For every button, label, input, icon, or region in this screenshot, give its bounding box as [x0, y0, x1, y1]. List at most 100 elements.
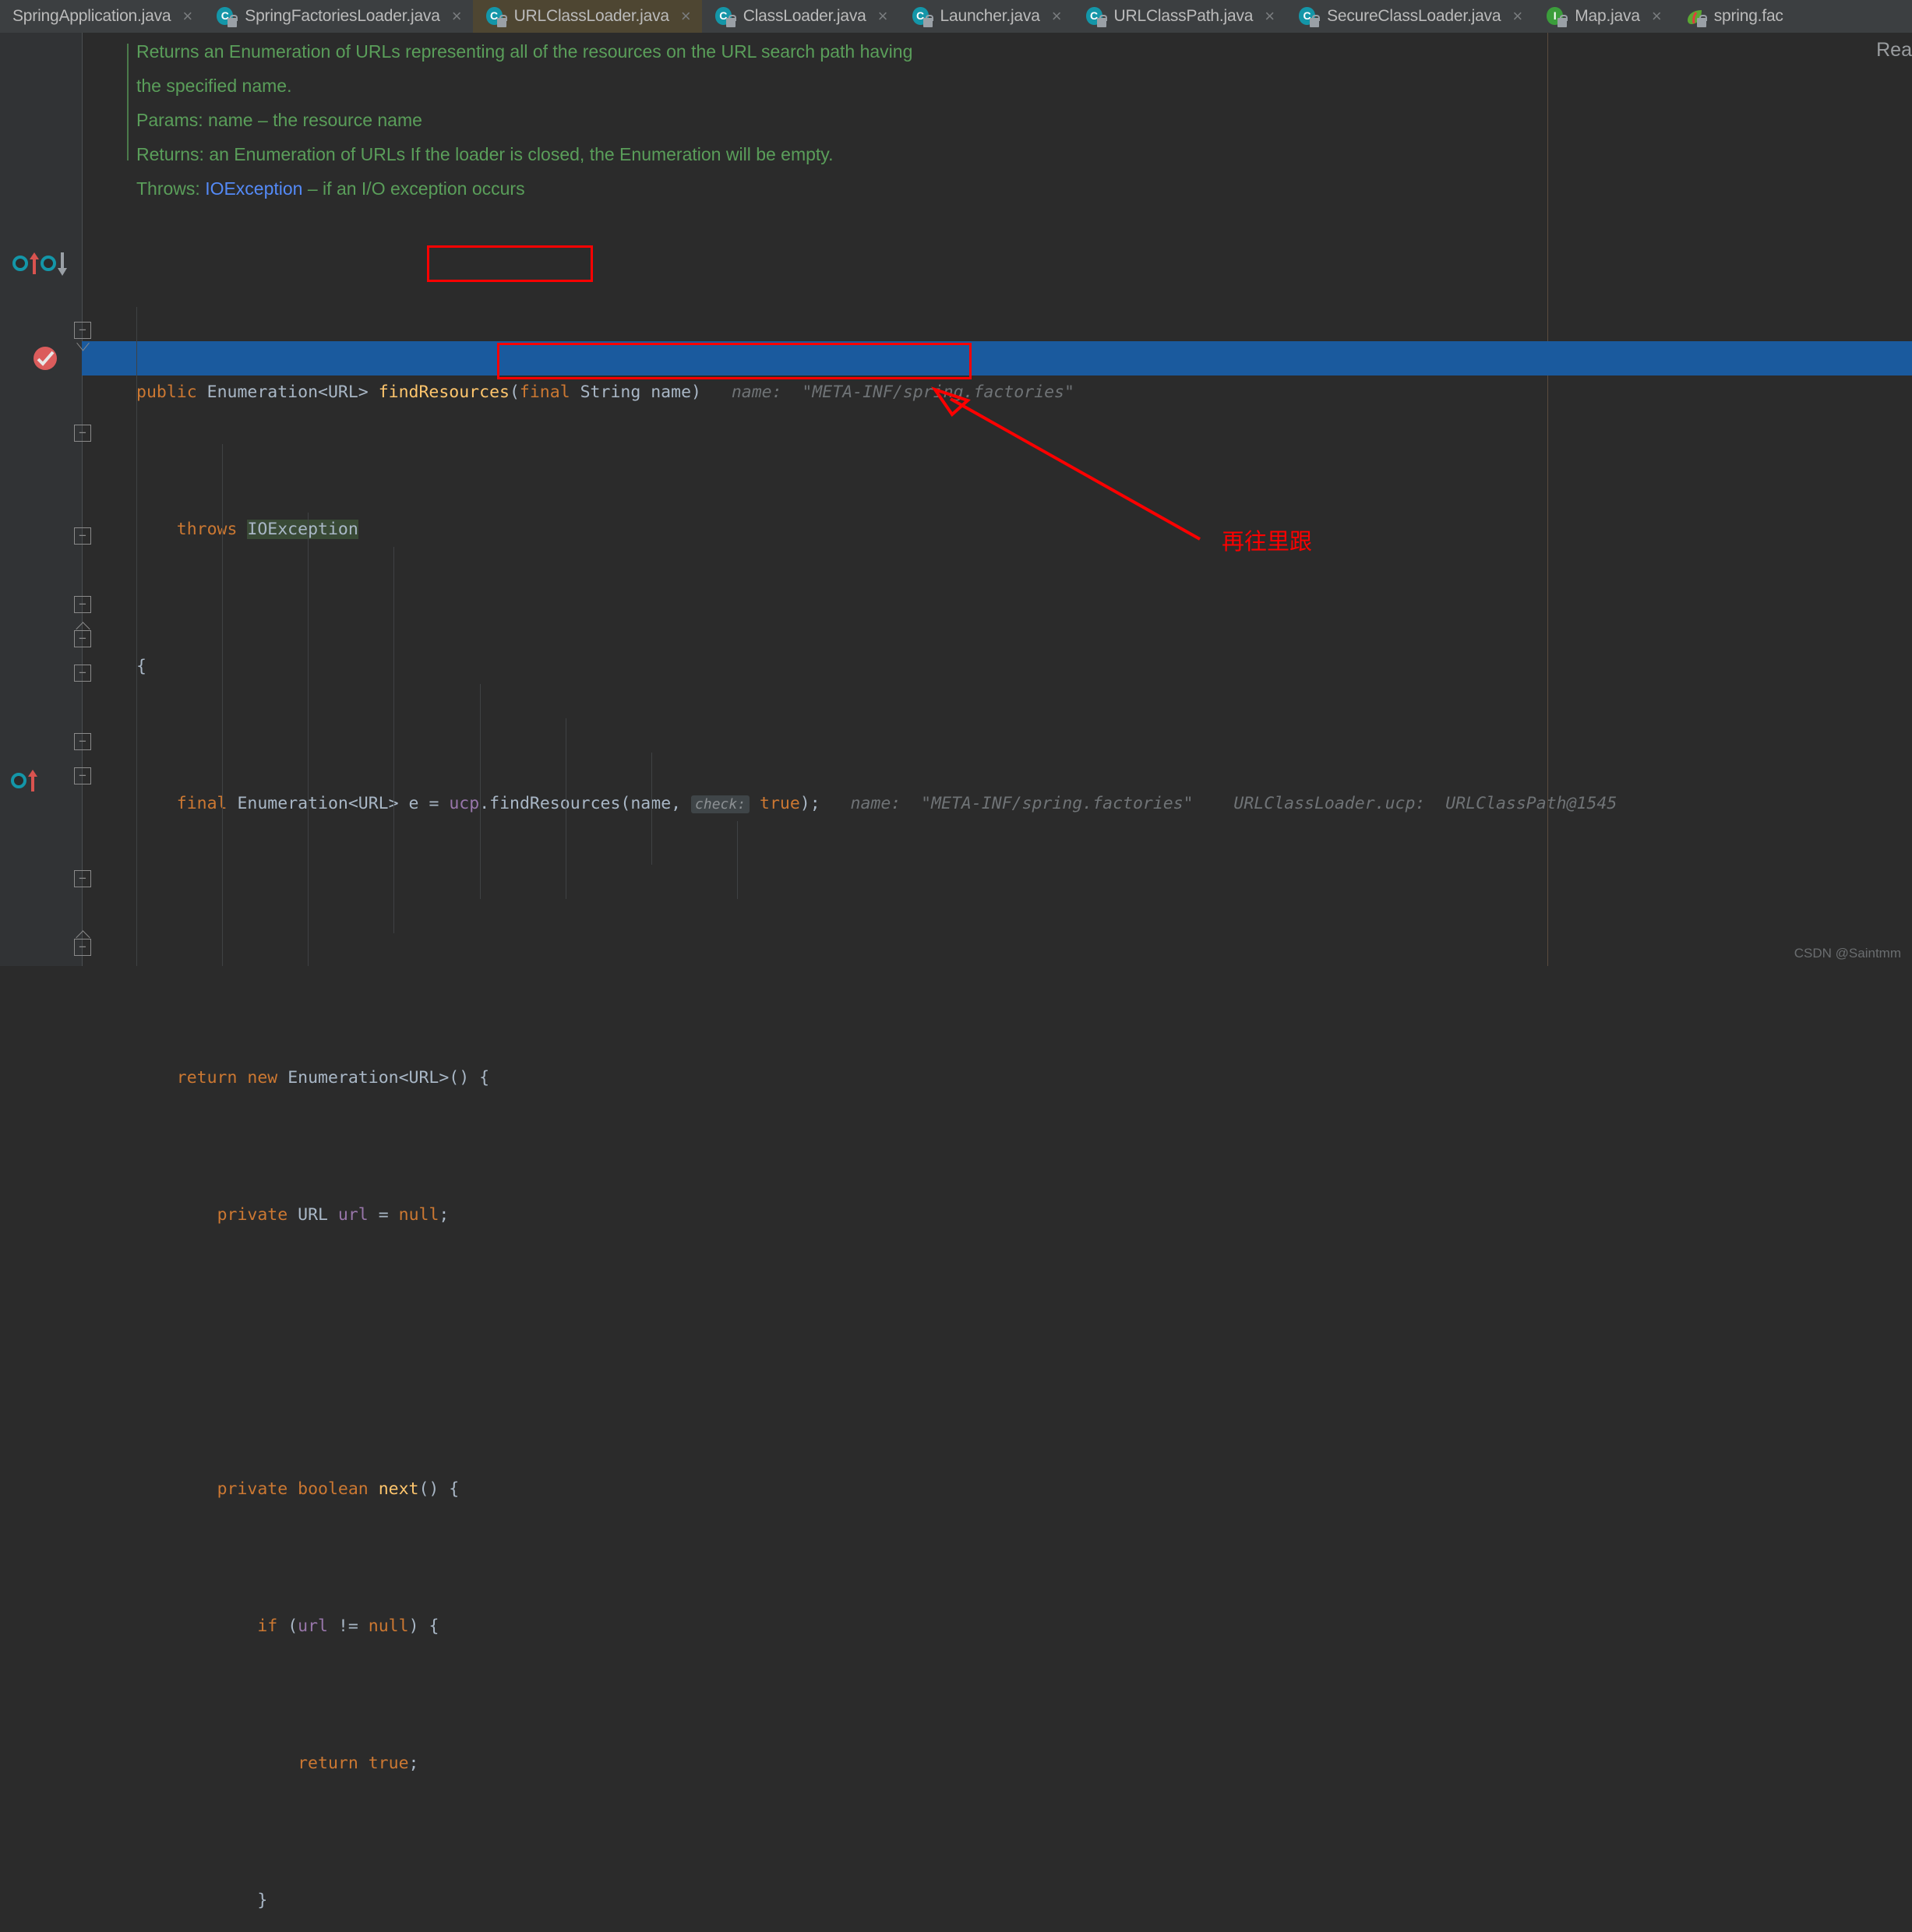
indent-guide: [651, 753, 652, 865]
brace-open: {: [136, 657, 146, 676]
tab-label: SpringFactoriesLoader.java: [245, 7, 440, 25]
code-folding-column[interactable]: [82, 33, 136, 966]
close-icon[interactable]: ×: [681, 8, 691, 25]
lock-overlay-icon: [496, 15, 507, 27]
keyword-private-2: private: [217, 1479, 288, 1499]
fold-marker-3[interactable]: −: [74, 596, 91, 613]
call-tail: );: [799, 794, 820, 813]
fold-marker-2[interactable]: −: [74, 527, 91, 545]
tab-label: URLClassLoader.java: [513, 7, 670, 25]
code-editor[interactable]: Returns an Enumeration of URLs represent…: [0, 33, 1912, 1910]
java-interface-icon: I: [1546, 6, 1568, 27]
editor-tab-map-java[interactable]: I Map.java ×: [1533, 0, 1672, 33]
keyword-return-2: return: [298, 1754, 358, 1773]
editor-tab-springapplication-java[interactable]: SpringApplication.java ×: [0, 0, 203, 33]
fold-marker-8[interactable]: −: [74, 870, 91, 887]
fold-marker-6[interactable]: −: [74, 733, 91, 750]
close-icon[interactable]: ×: [182, 8, 192, 25]
close-icon[interactable]: ×: [1512, 8, 1522, 25]
editor-tab-springfactoriesloader-java[interactable]: C SpringFactoriesLoader.java ×: [203, 0, 472, 33]
java-class-icon: C: [1298, 6, 1321, 27]
code-line-private-url[interactable]: private URL url = null;: [136, 1198, 1912, 1232]
type-boolean: boolean: [298, 1479, 369, 1499]
param-name: name: [651, 383, 692, 402]
literal-true-2: true: [368, 1754, 409, 1773]
field-url-ref[interactable]: url: [298, 1616, 328, 1636]
close-icon[interactable]: ×: [1052, 8, 1062, 25]
brace-close-1: }: [257, 1891, 268, 1910]
close-icon[interactable]: ×: [1265, 8, 1275, 25]
tab-label: URLClassPath.java: [1113, 7, 1254, 25]
fold-marker-4[interactable]: −: [74, 630, 91, 647]
editor-tab-classloader-java[interactable]: C ClassLoader.java ×: [702, 0, 899, 33]
keyword-public: public: [136, 383, 197, 402]
gutter-divider: [82, 33, 83, 966]
keyword-new: new: [247, 1068, 278, 1088]
code-line-return-new[interactable]: return new Enumeration<URL>() {: [136, 1061, 1912, 1095]
code-line-current[interactable]: final Enumeration<URL> e = ucp.findResou…: [136, 787, 1912, 821]
lock-overlay-icon: [1310, 15, 1321, 27]
code-line-brace-open[interactable]: {: [136, 650, 1912, 684]
method-name-findresources[interactable]: findResources: [379, 383, 510, 402]
close-icon[interactable]: ×: [878, 8, 888, 25]
keyword-if: if: [257, 1616, 278, 1636]
indent-guide: [393, 547, 394, 933]
fold-marker-1[interactable]: −: [74, 425, 91, 442]
call-findresources[interactable]: findResources(name,: [489, 794, 691, 813]
readonly-indicator: Rea: [1876, 39, 1912, 61]
fold-marker-7[interactable]: −: [74, 767, 91, 784]
code-line-close-1[interactable]: }: [136, 1884, 1912, 1918]
anon-enumeration-type: Enumeration<URL>() {: [288, 1068, 490, 1088]
editor-tab-launcher-java[interactable]: C Launcher.java ×: [899, 0, 1073, 33]
paren-close: ): [691, 383, 701, 402]
lock-overlay-icon: [1557, 15, 1568, 27]
literal-null-2: null: [368, 1616, 409, 1636]
java-class-icon: C: [1085, 6, 1107, 27]
lock-overlay-icon: [1096, 15, 1107, 27]
fold-marker-5[interactable]: −: [74, 665, 91, 682]
code-line-private-next[interactable]: private boolean next() {: [136, 1472, 1912, 1507]
editor-tab-secureclassloader-java[interactable]: C SecureClassLoader.java ×: [1286, 0, 1533, 33]
field-url[interactable]: url: [338, 1205, 369, 1225]
indent-guide: [480, 684, 481, 899]
code-line-if-url[interactable]: if (url != null) {: [136, 1609, 1912, 1644]
lock-overlay-icon: [922, 15, 933, 27]
keyword-throws: throws: [176, 520, 238, 539]
close-icon[interactable]: ×: [1652, 8, 1662, 25]
java-class-icon: C: [714, 6, 736, 27]
return-type: Enumeration<URL>: [206, 383, 369, 402]
annotation-arrow: [930, 386, 1201, 541]
fold-marker-9[interactable]: −: [74, 939, 91, 956]
editor-tab-urlclasspath-java[interactable]: C URLClassPath.java ×: [1073, 0, 1286, 33]
java-class-icon: C: [216, 6, 238, 27]
spring-leaf-icon: [1685, 6, 1707, 27]
breakpoint-icon[interactable]: [34, 347, 57, 370]
literal-null: null: [398, 1205, 439, 1225]
tab-label: SpringApplication.java: [12, 7, 171, 25]
literal-true: true: [760, 794, 800, 813]
tab-label: Launcher.java: [940, 7, 1040, 25]
watermark: CSDN @Saintmm: [1794, 946, 1901, 961]
editor-tab-bar[interactable]: SpringApplication.java × C SpringFactoriesL…: [0, 0, 1912, 33]
throws-type: IOException: [247, 520, 358, 539]
param-type: String: [580, 383, 641, 402]
editor-tab-urlclassloader-java[interactable]: C URLClassLoader.java ×: [472, 0, 702, 33]
keyword-private: private: [217, 1205, 288, 1225]
keyword-final: final: [519, 383, 570, 402]
local-var-e: e: [408, 794, 419, 813]
close-icon[interactable]: ×: [452, 8, 462, 25]
method-next[interactable]: next: [379, 1479, 419, 1499]
indent-guide: [737, 821, 738, 899]
dot-op: .: [479, 794, 490, 813]
editor-tab-spring-fac[interactable]: spring.fac: [1673, 0, 1794, 33]
lock-overlay-icon: [725, 15, 736, 27]
assign-op: =: [429, 794, 439, 813]
field-ucp[interactable]: ucp: [449, 794, 479, 813]
fold-marker-method[interactable]: −: [74, 322, 91, 339]
editor-gutter[interactable]: [0, 33, 82, 966]
java-class-icon: C: [485, 6, 507, 27]
paren-open: (: [509, 383, 520, 402]
indent-guide: [222, 444, 223, 966]
java-class-icon: C: [912, 6, 933, 27]
code-line-return-true[interactable]: return true;: [136, 1747, 1912, 1781]
